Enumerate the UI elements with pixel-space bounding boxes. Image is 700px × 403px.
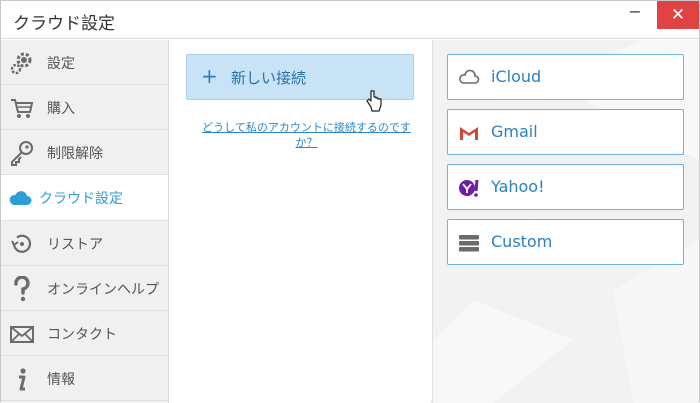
- cart-icon: [9, 95, 35, 121]
- hand-cursor-icon: [366, 90, 382, 112]
- restore-icon: [9, 231, 35, 257]
- new-connection-label: 新しい接続: [231, 69, 307, 87]
- yahoo-icon: [458, 177, 480, 199]
- sidebar-item-restore[interactable]: リストア: [1, 221, 168, 266]
- app-window: クラウド設定 − ✕ 設定 購入 制限解除 クラウド設定 リストア オンラインヘ…: [0, 0, 700, 403]
- sidebar-item-label: 情報: [47, 372, 75, 388]
- envelope-icon: [9, 321, 35, 347]
- sidebar-item-contact[interactable]: コンタクト: [1, 311, 168, 356]
- server-icon: [458, 232, 480, 254]
- sidebar-item-info[interactable]: 情報: [1, 356, 168, 401]
- icloud-icon: [458, 67, 480, 89]
- sidebar-item-label: 設定: [47, 56, 75, 72]
- window-title: クラウド設定: [13, 14, 115, 34]
- key-icon: [9, 140, 35, 166]
- sidebar-item-label: クラウド設定: [39, 191, 123, 207]
- sidebar-item-settings[interactable]: 設定: [1, 40, 168, 85]
- info-icon: [9, 366, 35, 392]
- service-yahoo-button[interactable]: Yahoo!: [447, 164, 684, 210]
- sidebar-item-unlock[interactable]: 制限解除: [1, 130, 168, 175]
- service-label: Custom: [491, 232, 553, 251]
- help-link[interactable]: どうして私のアカウントに接続するのですか？: [199, 120, 414, 150]
- sidebar-item-label: 購入: [47, 101, 75, 117]
- gear-icon: [9, 50, 35, 76]
- service-label: Yahoo!: [491, 177, 545, 196]
- sidebar: 設定 購入 制限解除 クラウド設定 リストア オンラインヘルプ コンタクト 情報: [1, 40, 169, 403]
- service-label: Gmail: [491, 122, 538, 141]
- cloud-icon: [8, 188, 34, 214]
- service-custom-button[interactable]: Custom: [447, 219, 684, 265]
- close-button[interactable]: ✕: [657, 1, 699, 29]
- sidebar-item-label: リストア: [47, 237, 103, 253]
- service-gmail-button[interactable]: Gmail: [447, 109, 684, 155]
- title-bar: クラウド設定 − ✕: [1, 1, 699, 39]
- sidebar-item-cloud-settings[interactable]: クラウド設定: [1, 175, 168, 221]
- service-icloud-button[interactable]: iCloud: [447, 54, 684, 100]
- minimize-button[interactable]: −: [615, 1, 655, 29]
- sidebar-item-label: 制限解除: [47, 146, 103, 162]
- question-icon: [9, 275, 35, 302]
- sidebar-item-label: コンタクト: [47, 327, 117, 343]
- gmail-icon: [458, 122, 480, 144]
- sidebar-item-online-help[interactable]: オンラインヘルプ: [1, 266, 168, 311]
- connections-panel: + 新しい接続 どうして私のアカウントに接続するのですか？: [169, 40, 431, 403]
- sidebar-item-label: オンラインヘルプ: [47, 282, 159, 298]
- sidebar-item-purchase[interactable]: 購入: [1, 85, 168, 130]
- services-panel: iCloud Gmail Yahoo! Custom: [432, 40, 699, 403]
- service-label: iCloud: [491, 67, 542, 86]
- plus-icon: +: [201, 64, 218, 88]
